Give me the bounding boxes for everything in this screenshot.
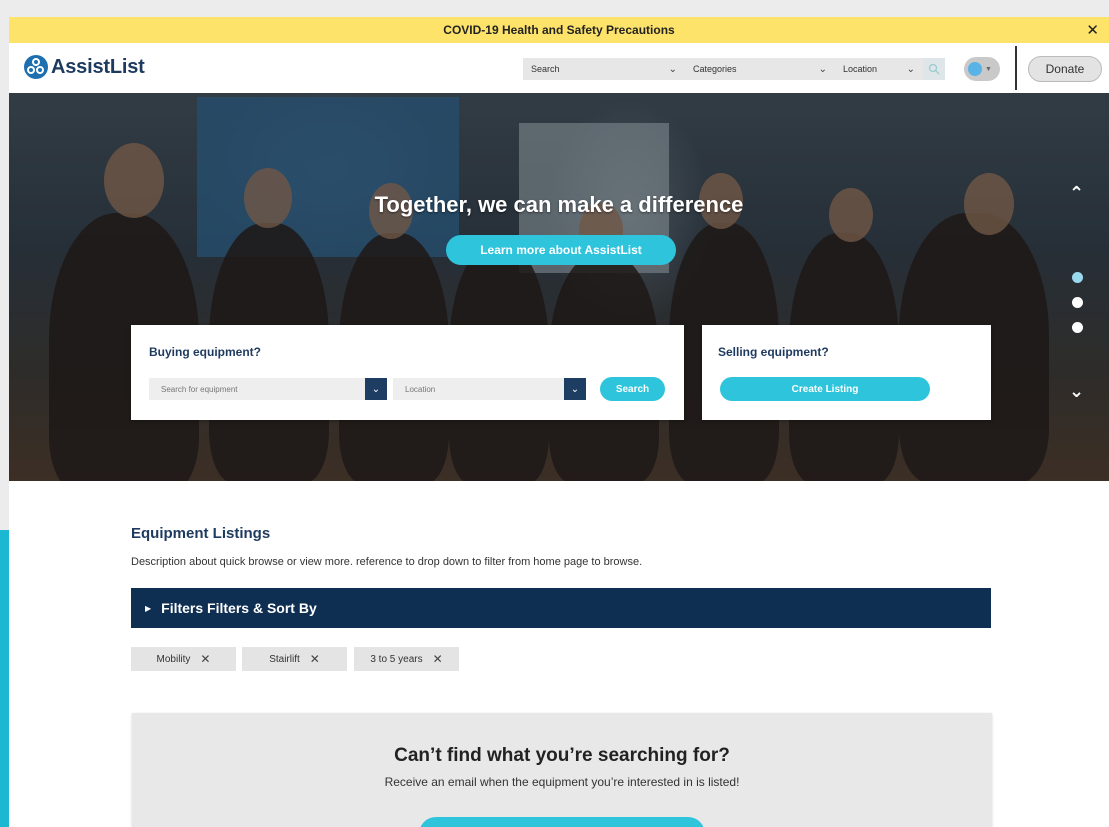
email-alert-description: Receive an email when the equipment you’… [384,775,740,789]
hero-title: Together, we can make a difference [374,192,744,217]
triangle-right-icon: ▶ [145,603,152,613]
filter-chip-years[interactable]: 3 to 5 years ✕ [354,647,459,671]
header-search-button[interactable] [923,58,945,80]
header-search-label: Search [531,64,560,74]
header-search-select[interactable]: Search ⌄ [523,58,685,80]
location-input[interactable]: Location [393,378,586,400]
header-categories-label: Categories [693,64,737,74]
buying-card-title: Buying equipment? [149,345,261,359]
carousel-dot[interactable] [1072,272,1083,283]
avatar [968,62,982,76]
close-icon[interactable]: ✕ [200,652,210,666]
covid-banner[interactable]: COVID-19 Health and Safety Precautions ✕ [9,17,1109,43]
filter-chip-stairlift[interactable]: Stairlift ✕ [242,647,347,671]
email-alert-button[interactable] [419,817,705,827]
listings-description: Description about quick browse or view m… [131,556,643,568]
email-alert-box: Can’t find what you’re searching for? Re… [132,713,992,827]
logo[interactable]: AssistList [24,55,145,79]
email-alert-title: Can’t find what you’re searching for? [394,745,730,766]
header-location-label: Location [843,64,878,74]
listings-title: Equipment Listings [131,525,271,542]
header-divider [1015,46,1017,90]
chip-label: Mobility [156,653,191,665]
selling-card: Selling equipment? Create Listing [702,325,991,420]
logo-icon [24,55,48,79]
logo-text: AssistList [51,55,145,78]
caret-down-icon: ▼ [985,65,992,73]
covid-banner-text[interactable]: COVID-19 Health and Safety Precautions [443,23,674,37]
chevron-down-icon: ⌄ [818,63,827,75]
search-icon [928,63,940,75]
create-listing-button[interactable]: Create Listing [720,377,930,401]
close-icon[interactable]: ✕ [433,652,443,666]
filters-sort-toggle[interactable]: ▶ Filters Filters & Sort By [131,588,991,628]
chevron-down-icon[interactable]: ⌄ [1069,381,1084,402]
close-icon[interactable]: ✕ [1086,21,1099,39]
donate-button[interactable]: Donate [1028,56,1102,82]
filters-sort-label: Filters Filters & Sort By [161,600,317,616]
chevron-up-icon[interactable]: ⌃ [1069,183,1084,204]
user-avatar-menu[interactable]: ▼ [964,57,1000,81]
chip-label: Stairlift [269,653,300,665]
hero-section: Together, we can make a difference Learn… [9,93,1109,481]
carousel-dot[interactable] [1072,297,1083,308]
chip-label: 3 to 5 years [370,653,423,665]
hero-overlay [9,93,1109,481]
page: COVID-19 Health and Safety Precautions ✕… [9,17,1109,827]
learn-more-button[interactable]: Learn more about AssistList [446,235,676,265]
selling-card-title: Selling equipment? [718,345,829,359]
carousel-dot[interactable] [1072,322,1083,333]
buying-card: Buying equipment? Search for equipment ⌄… [131,325,684,420]
close-icon[interactable]: ✕ [310,652,320,666]
header-categories-select[interactable]: Categories ⌄ [685,58,835,80]
chevron-down-icon: ⌄ [906,63,915,75]
buying-search-button[interactable]: Search [600,377,665,401]
site-header: AssistList Search ⌄ Categories ⌄ Locatio… [9,43,1109,93]
header-location-select[interactable]: Location ⌄ [835,58,923,80]
chevron-down-icon[interactable]: ⌄ [564,378,586,400]
equipment-search-input[interactable]: Search for equipment [149,378,387,400]
chevron-down-icon[interactable]: ⌄ [365,378,387,400]
chevron-down-icon: ⌄ [668,63,677,75]
filter-chip-mobility[interactable]: Mobility ✕ [131,647,236,671]
